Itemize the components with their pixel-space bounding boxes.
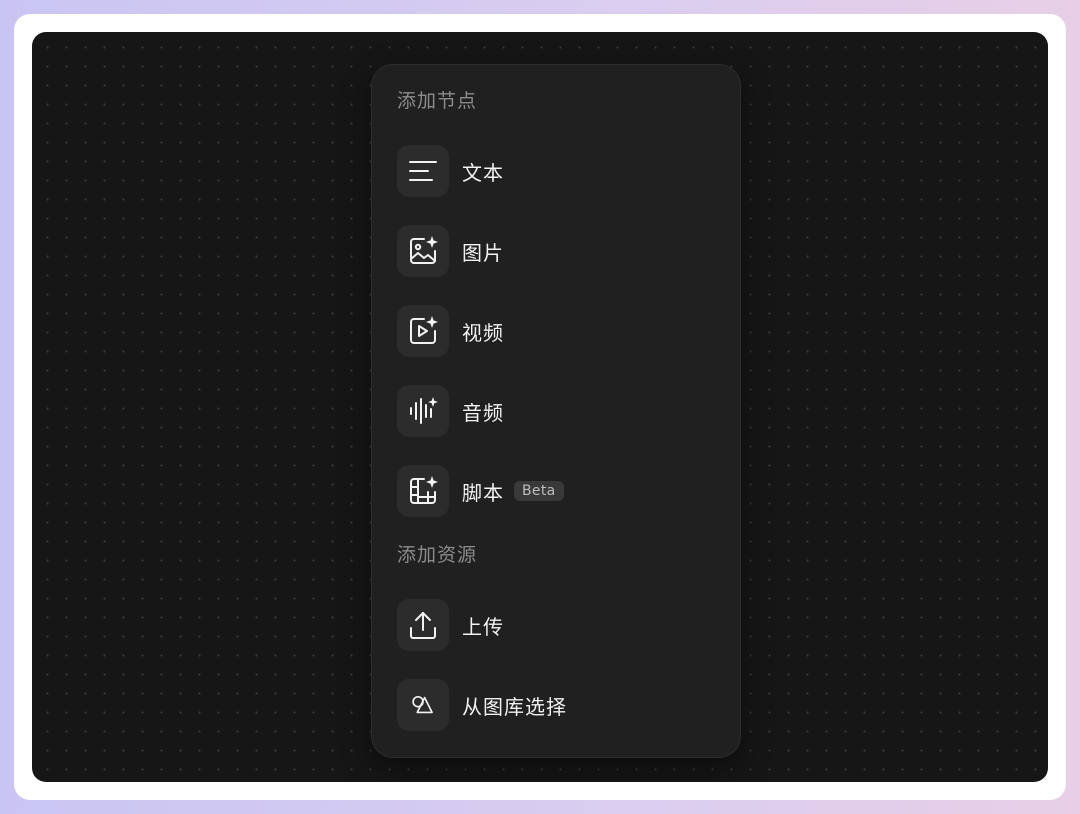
- audio-wave-icon: [397, 385, 449, 437]
- node-canvas[interactable]: 添加节点 文本 图片 视频 音频 脚本 Beta 添加资源 上传 从图库选择: [32, 32, 1048, 782]
- upload-icon: [397, 599, 449, 651]
- section-title-add-node: 添加节点: [397, 90, 478, 112]
- menu-item-library[interactable]: 从图库选择: [397, 679, 567, 731]
- menu-item-video[interactable]: 视频: [397, 305, 504, 357]
- menu-item-label: 从图库选择: [462, 694, 567, 719]
- menu-item-label: 音频: [462, 400, 504, 425]
- menu-item-text[interactable]: 文本: [397, 145, 504, 197]
- menu-item-script[interactable]: 脚本 Beta: [397, 465, 564, 517]
- menu-item-label: 上传: [462, 614, 504, 639]
- image-sparkle-icon: [397, 225, 449, 277]
- section-title-add-resource: 添加资源: [397, 544, 478, 566]
- menu-item-label: 文本: [462, 160, 504, 185]
- text-lines-icon: [397, 145, 449, 197]
- window-frame: 添加节点 文本 图片 视频 音频 脚本 Beta 添加资源 上传 从图库选择: [14, 14, 1066, 800]
- menu-item-audio[interactable]: 音频: [397, 385, 504, 437]
- menu-item-upload[interactable]: 上传: [397, 599, 504, 651]
- menu-item-label: 脚本: [462, 480, 504, 505]
- script-film-icon: [397, 465, 449, 517]
- beta-badge: Beta: [514, 481, 564, 501]
- video-sparkle-icon: [397, 305, 449, 357]
- menu-item-label: 图片: [462, 240, 504, 265]
- menu-item-image[interactable]: 图片: [397, 225, 504, 277]
- add-menu-panel: 添加节点 文本 图片 视频 音频 脚本 Beta 添加资源 上传 从图库选择: [371, 64, 741, 758]
- library-shapes-icon: [397, 679, 449, 731]
- menu-item-label: 视频: [462, 320, 504, 345]
